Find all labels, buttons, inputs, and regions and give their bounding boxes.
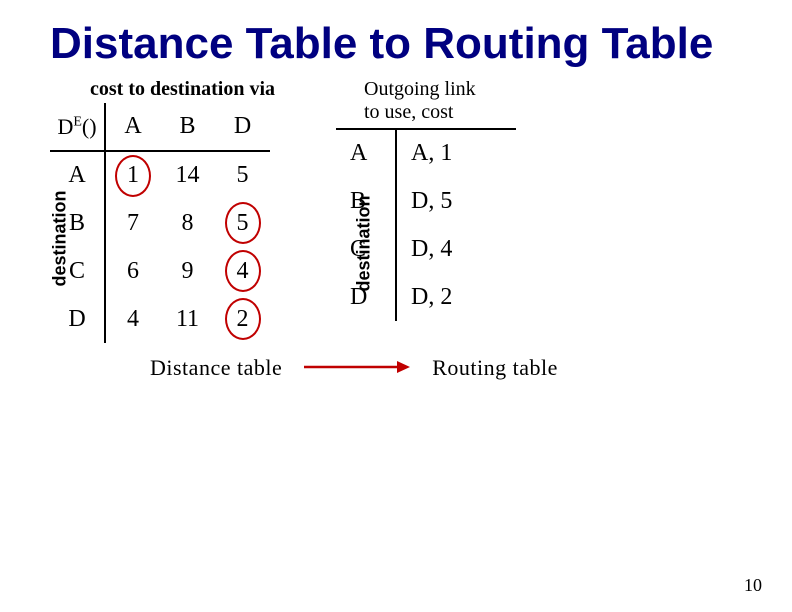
- cell: 14: [160, 151, 215, 199]
- cell: 6: [105, 247, 160, 295]
- rt-val: D, 5: [396, 177, 516, 225]
- distance-table: DE() A B D A 1 14 5 B 7 8 5: [50, 103, 270, 343]
- col-header: A: [105, 103, 160, 151]
- cell: 11: [160, 295, 215, 343]
- row-header: D: [50, 295, 105, 343]
- corner-e: E: [73, 115, 82, 130]
- routing-table-caption: Routing table: [432, 355, 558, 381]
- rt-dest: B: [336, 177, 396, 225]
- rt-val: A, 1: [396, 129, 516, 177]
- corner-d: D: [57, 114, 73, 139]
- row-header: A: [50, 151, 105, 199]
- rt-val: D, 4: [396, 225, 516, 273]
- row-header: C: [50, 247, 105, 295]
- outgoing-label-line1: Outgoing link: [364, 78, 476, 100]
- outgoing-label-line2: to use, cost: [364, 101, 453, 123]
- arrow-icon: [302, 355, 412, 379]
- cell: 1: [105, 151, 160, 199]
- rt-dest: A: [336, 129, 396, 177]
- row-header: B: [50, 199, 105, 247]
- cell: 4: [215, 247, 270, 295]
- rt-val: D, 2: [396, 273, 516, 321]
- col-header: B: [160, 103, 215, 151]
- cell: 9: [160, 247, 215, 295]
- cell: 5: [215, 151, 270, 199]
- cell: 7: [105, 199, 160, 247]
- routing-table: A A, 1 B D, 5 C D, 4 D D, 2: [336, 128, 516, 321]
- distance-table-block: destination cost to destination via DE()…: [50, 78, 275, 343]
- cell: 8: [160, 199, 215, 247]
- rt-dest: C: [336, 225, 396, 273]
- corner-paren: (): [82, 114, 97, 139]
- col-header: D: [215, 103, 270, 151]
- distance-table-caption: Distance table: [150, 355, 282, 381]
- cell: 4: [105, 295, 160, 343]
- cell: 5: [215, 199, 270, 247]
- cost-via-label: cost to destination via: [90, 78, 275, 101]
- rt-dest: D: [336, 273, 396, 321]
- outgoing-label: Outgoing link to use, cost: [364, 78, 516, 124]
- corner-label: DE(): [50, 103, 105, 151]
- page-number: 10: [744, 575, 762, 596]
- cell: 2: [215, 295, 270, 343]
- routing-table-block: destination Outgoing link to use, cost A…: [336, 78, 516, 321]
- page-title: Distance Table to Routing Table: [50, 20, 742, 68]
